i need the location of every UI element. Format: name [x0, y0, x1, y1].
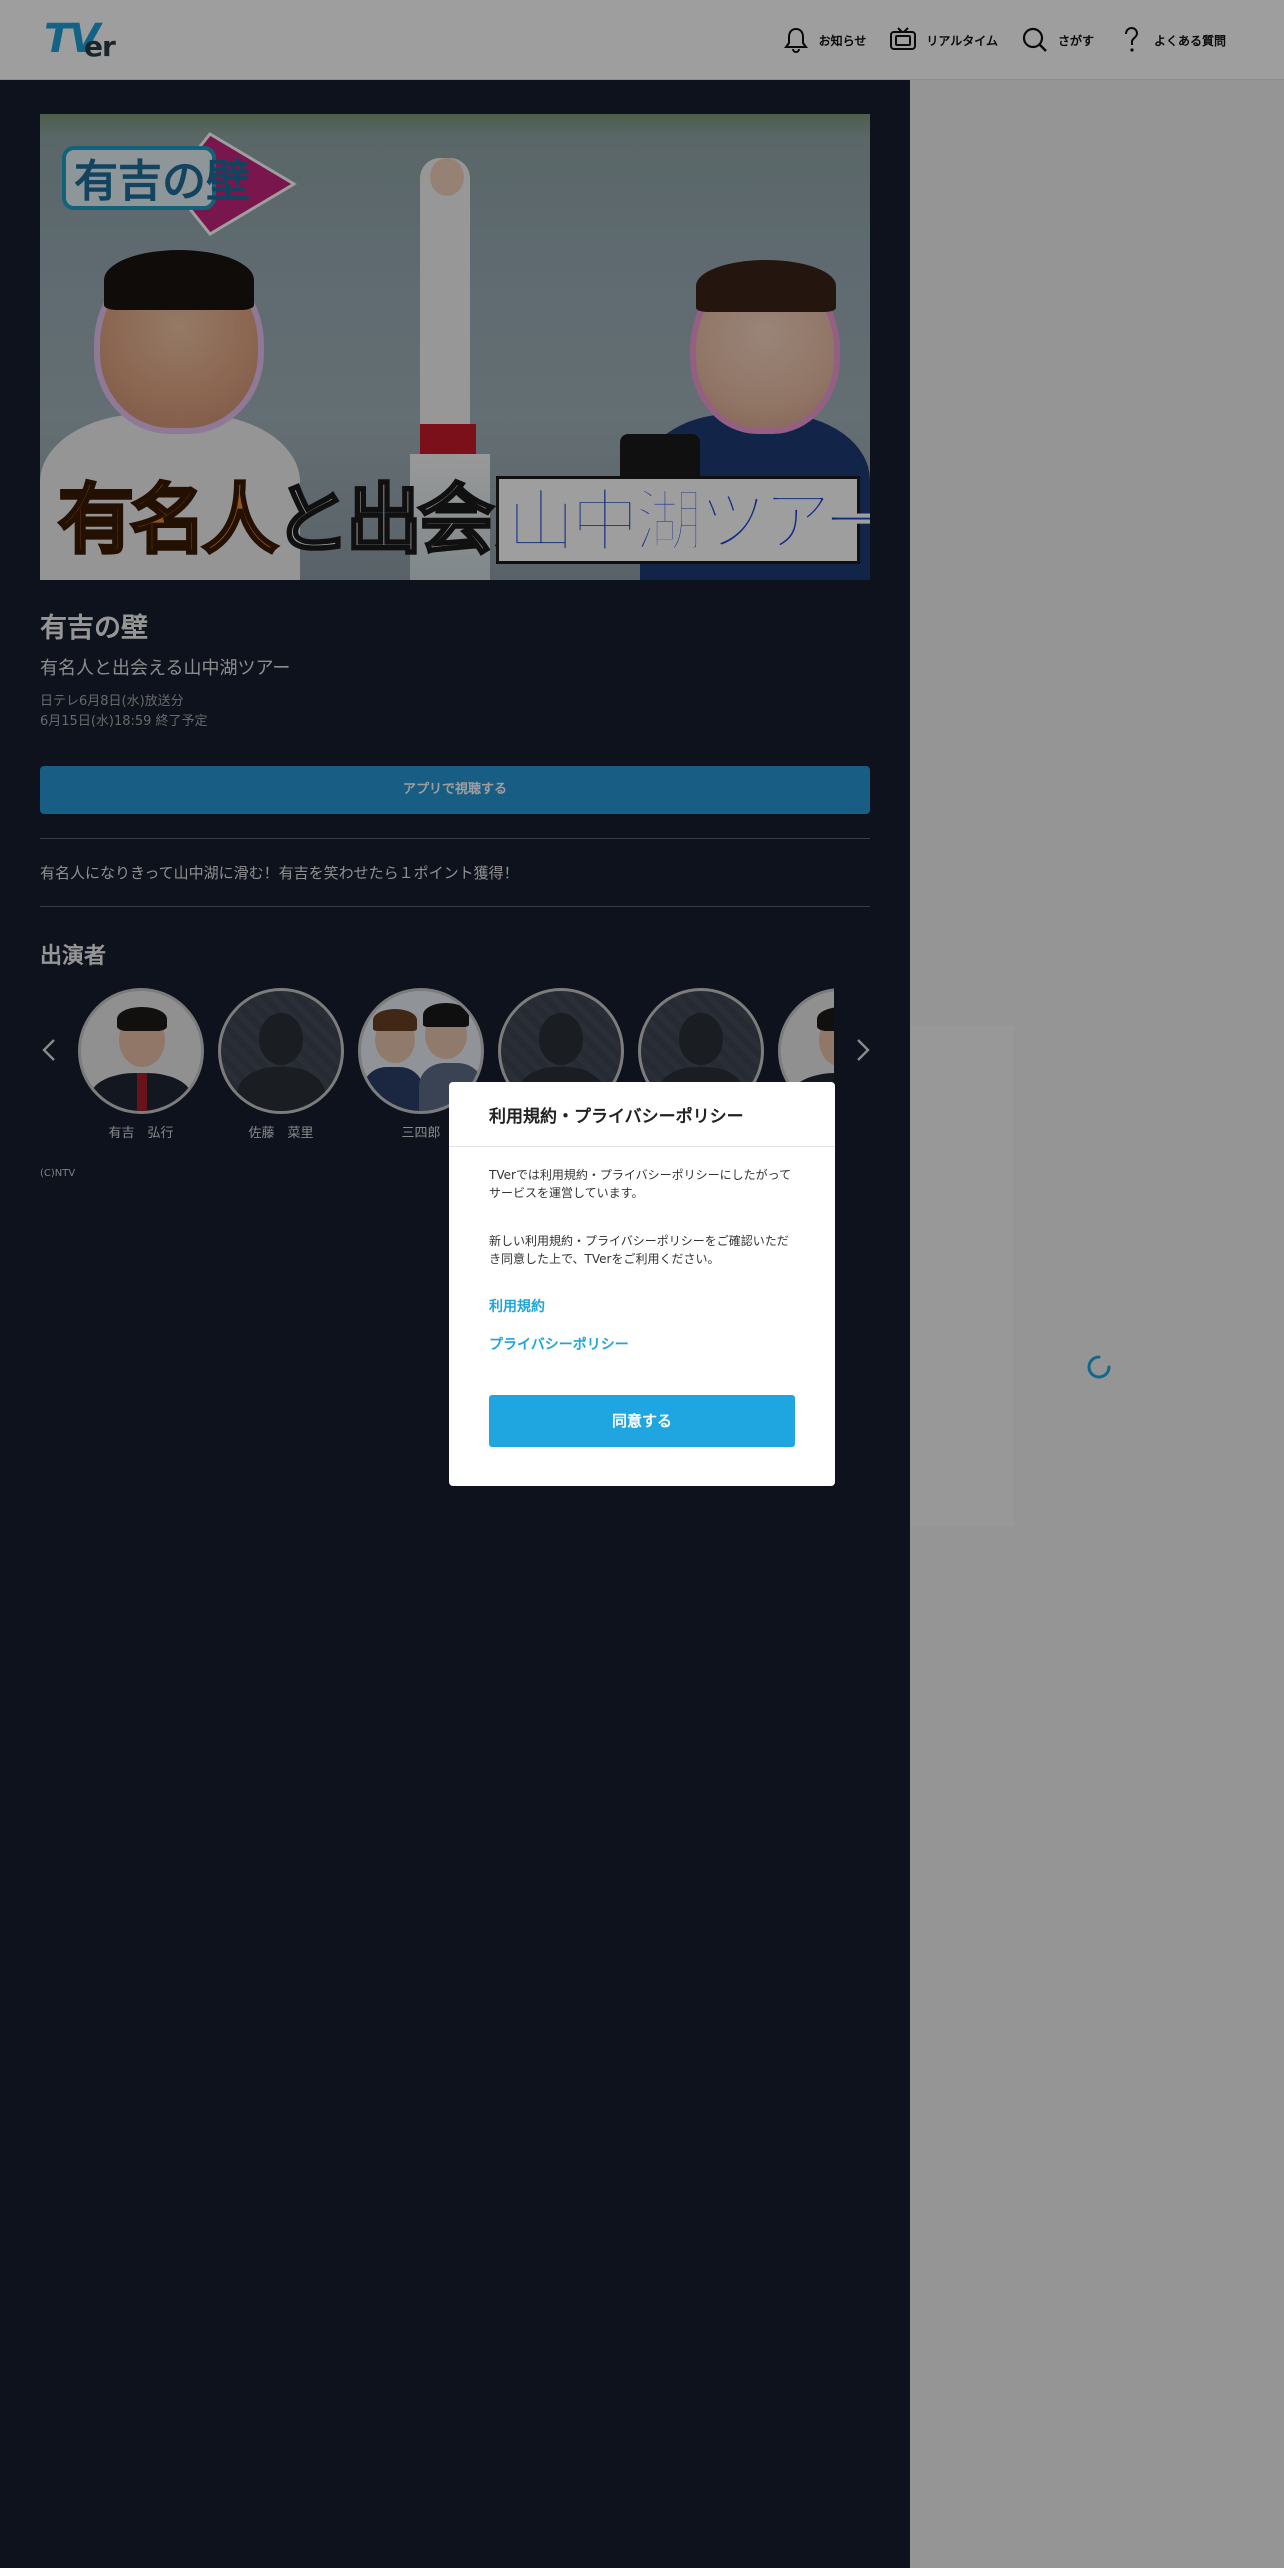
terms-link[interactable]: 利用規約 — [489, 1296, 545, 1316]
divider — [449, 1146, 835, 1147]
modal-title: 利用規約・プライバシーポリシー — [489, 1107, 744, 1127]
terms-modal: 利用規約・プライバシーポリシー TVerでは利用規約・プライバシーポリシーにした… — [449, 1082, 835, 1486]
privacy-policy-link[interactable]: プライバシーポリシー — [489, 1334, 629, 1354]
modal-paragraph: 新しい利用規約・プライバシーポリシーをご確認いただき同意した上で、TVerをご利… — [489, 1234, 789, 1266]
modal-paragraph: TVerでは利用規約・プライバシーポリシーにしたがってサービスを運営しています。 — [489, 1168, 792, 1200]
agree-button[interactable]: 同意する — [489, 1395, 795, 1447]
